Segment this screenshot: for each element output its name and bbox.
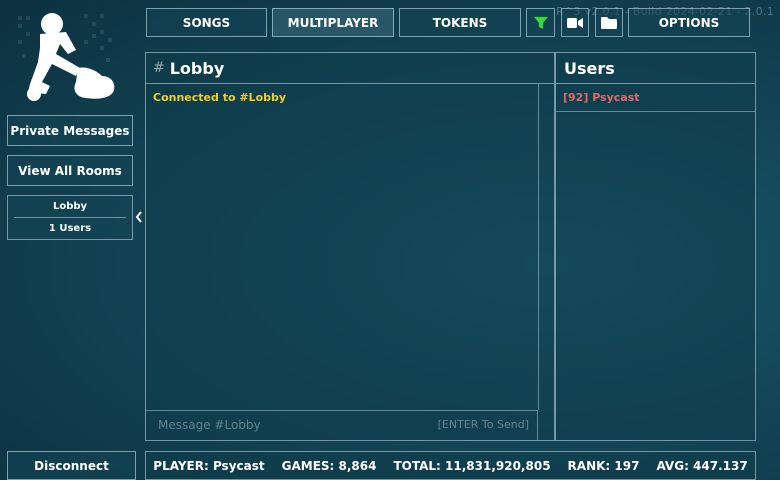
user-name: [92] Psycast: [563, 91, 640, 104]
chat-send-hint: [ENTER To Send]: [437, 418, 529, 431]
game-logo: [18, 13, 115, 101]
filter-icon: [533, 16, 548, 29]
disconnect-button[interactable]: Disconnect: [7, 451, 136, 480]
stat-avg: AVG: 447.137: [656, 458, 748, 473]
chat-message-list[interactable]: Connected to #Lobby: [146, 84, 539, 410]
chat-panel: # Lobby Connected to #Lobby Message #Lob…: [145, 52, 555, 441]
room-name: Lobby: [52, 201, 88, 212]
stat-total: TOTAL: 11,831,920,805: [393, 458, 551, 473]
player-stats-bar: PLAYER: Psycast GAMES: 8,864 TOTAL: 11,8…: [145, 451, 756, 480]
nav-tokens-button[interactable]: TOKENS: [399, 8, 521, 37]
chat-message: Connected to #Lobby: [153, 91, 287, 104]
filter-button[interactable]: [526, 8, 555, 37]
nav-options-button[interactable]: OPTIONS: [628, 8, 750, 37]
view-all-rooms-button[interactable]: View All Rooms: [7, 155, 133, 186]
room-user-count: 1 Users: [48, 223, 92, 234]
chat-header: # Lobby: [146, 53, 554, 84]
nav-multiplayer-button[interactable]: MULTIPLAYER: [272, 8, 394, 37]
user-list-item[interactable]: [92] Psycast: [556, 84, 755, 112]
users-header: Users: [556, 53, 755, 84]
chat-title: Lobby: [169, 58, 225, 78]
collapse-chevron-left-icon[interactable]: [134, 210, 144, 224]
room-divider: [14, 217, 126, 218]
video-camera-icon: [567, 17, 583, 28]
video-button[interactable]: [561, 8, 589, 37]
chat-message-input[interactable]: Message #Lobby [ENTER To Send]: [146, 410, 538, 440]
stat-player: PLAYER: Psycast: [153, 458, 265, 473]
room-card-lobby[interactable]: Lobby 1 Users: [7, 195, 133, 240]
stat-rank: RANK: 197: [567, 458, 640, 473]
chat-input-placeholder: Message #Lobby: [158, 418, 261, 432]
stat-games: GAMES: 8,864: [281, 458, 377, 473]
private-messages-button[interactable]: Private Messages: [7, 115, 133, 146]
channel-hash: #: [153, 60, 165, 76]
folder-button[interactable]: [595, 8, 623, 37]
folder-icon: [601, 17, 617, 29]
nav-songs-button[interactable]: SONGS: [146, 8, 267, 37]
users-panel: Users [92] Psycast: [555, 52, 756, 441]
